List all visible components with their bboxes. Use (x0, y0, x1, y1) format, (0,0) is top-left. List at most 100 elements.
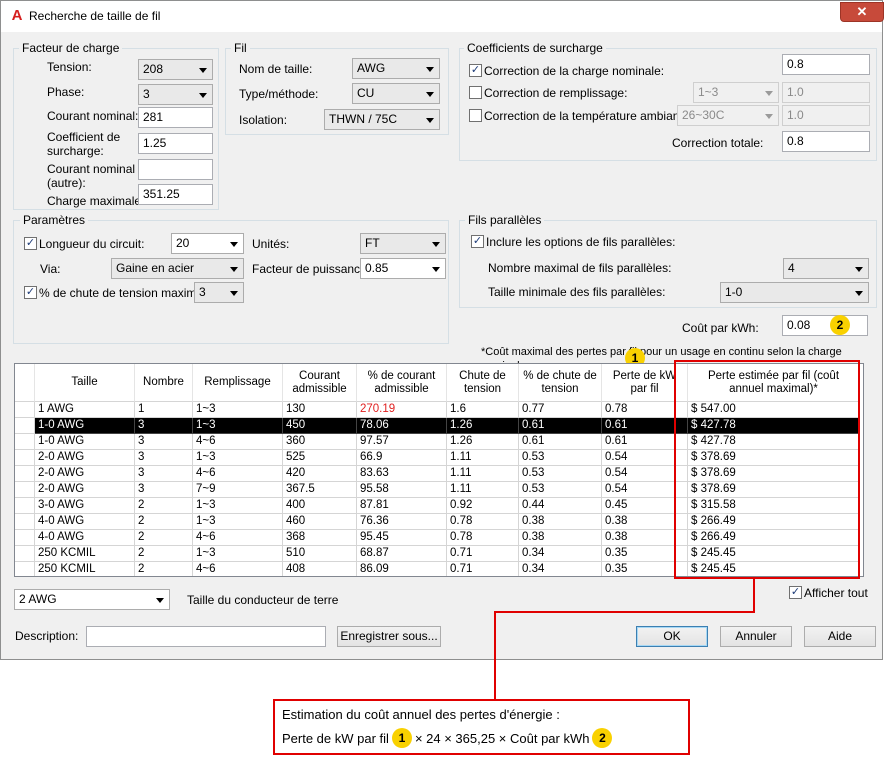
type-methode-combo[interactable]: CU (352, 83, 440, 104)
table-cell: 1.26 (447, 434, 519, 450)
longueur-combo[interactable]: 20 (171, 233, 244, 254)
table-cell: 130 (283, 402, 357, 418)
isolation-combo[interactable]: THWN / 75C (324, 109, 440, 130)
group-label-facteur: Facteur de charge (19, 41, 123, 55)
courant-autre-label-2: (autre): (47, 176, 86, 190)
chute-combo[interactable]: 3 (194, 282, 244, 303)
close-button[interactable]: ✕ (840, 2, 884, 22)
chevron-down-icon (426, 118, 434, 123)
help-button[interactable]: Aide (804, 626, 876, 647)
column-header[interactable]: % de courant admissible (357, 364, 447, 402)
column-header[interactable]: Courant admissible (283, 364, 357, 402)
row-header[interactable] (15, 450, 35, 466)
unites-label: Unités: (252, 237, 290, 251)
table-cell: 0.34 (519, 562, 602, 576)
facteur-puissance-value: 0.85 (365, 261, 389, 275)
tension-combo[interactable]: 208 (138, 59, 213, 80)
table-cell: 95.45 (357, 530, 447, 546)
row-header[interactable] (15, 482, 35, 498)
row-header[interactable] (15, 530, 35, 546)
connector-line-horizontal (494, 611, 755, 613)
cout-kwh-input[interactable]: 0.08 (782, 315, 868, 336)
table-cell: 1.6 (447, 402, 519, 418)
chute-label: % de chute de tension maximal: (39, 286, 210, 300)
nom-taille-combo[interactable]: AWG (352, 58, 440, 79)
table-cell: 66.9 (357, 450, 447, 466)
table-cell: 4-0 AWG (35, 514, 135, 530)
table-cell: 1~3 (193, 418, 283, 434)
chute-checkbox[interactable]: ✓ (24, 286, 37, 299)
charge-maximale-input[interactable]: 351.25 (138, 184, 213, 205)
column-header[interactable]: Taille (35, 364, 135, 402)
chevron-down-icon (230, 291, 238, 296)
remplissage-checkbox[interactable] (469, 86, 482, 99)
annotation-formula: Perte de kW par fil 1 × 24 × 365,25 × Co… (282, 728, 613, 748)
table-cell: 4-0 AWG (35, 530, 135, 546)
table-cell: 2-0 AWG (35, 466, 135, 482)
column-header[interactable]: Chute de tension (447, 364, 519, 402)
save-as-button[interactable]: Enregistrer sous... (337, 626, 441, 647)
nominale-input[interactable]: 0.8 (782, 54, 870, 75)
temperature-input[interactable]: 1.0 (782, 105, 870, 126)
via-label: Via: (40, 262, 61, 276)
column-header[interactable]: % de chute de tension (519, 364, 602, 402)
coef-surcharge-input[interactable]: 1.25 (138, 133, 213, 154)
row-header[interactable] (15, 402, 35, 418)
facteur-puissance-combo[interactable]: 0.85 (360, 258, 446, 279)
table-cell: 367.5 (283, 482, 357, 498)
row-header[interactable] (15, 434, 35, 450)
unites-combo[interactable]: FT (360, 233, 446, 254)
chevron-down-icon (855, 291, 863, 296)
phase-combo[interactable]: 3 (138, 84, 213, 105)
table-scrollbar[interactable] (863, 364, 864, 576)
table-cell: 460 (283, 514, 357, 530)
temperature-combo[interactable]: 26~30C (677, 105, 779, 126)
temperature-checkbox[interactable] (469, 109, 482, 122)
row-header[interactable] (15, 546, 35, 562)
correction-totale-input[interactable]: 0.8 (782, 131, 870, 152)
row-header[interactable] (15, 498, 35, 514)
column-header[interactable]: Remplissage (193, 364, 283, 402)
row-header[interactable] (15, 562, 35, 576)
nominale-checkbox[interactable]: ✓ (469, 64, 482, 77)
description-input[interactable] (86, 626, 326, 647)
column-header[interactable]: Nombre (135, 364, 193, 402)
table-cell: 368 (283, 530, 357, 546)
row-header[interactable] (15, 466, 35, 482)
via-combo[interactable]: Gaine en acier (111, 258, 244, 279)
correction-totale-label: Correction totale: (672, 136, 764, 150)
row-header[interactable] (15, 514, 35, 530)
nombre-max-combo[interactable]: 4 (783, 258, 869, 279)
inclure-checkbox[interactable]: ✓ (471, 235, 484, 248)
table-cell: 1.11 (447, 450, 519, 466)
table-cell: 0.38 (519, 514, 602, 530)
terre-value: 2 AWG (19, 592, 57, 606)
formula-badge-two: 2 (592, 728, 613, 748)
table-cell: 525 (283, 450, 357, 466)
unites-value: FT (365, 236, 380, 250)
courant-nominal-input[interactable]: 281 (138, 107, 213, 128)
row-header[interactable] (15, 418, 35, 434)
connector-line-down (753, 578, 755, 613)
cancel-button[interactable]: Annuler (720, 626, 792, 647)
taille-min-combo[interactable]: 1-0 (720, 282, 869, 303)
coef-surcharge-label-2: surcharge: (47, 144, 104, 158)
group-label-paralleles: Fils parallèles (465, 213, 545, 227)
table-cell: 1.11 (447, 466, 519, 482)
table-cell: 0.53 (519, 450, 602, 466)
afficher-tout-checkbox[interactable]: ✓ (789, 586, 802, 599)
courant-autre-input[interactable] (138, 159, 213, 180)
taille-min-label: Taille minimale des fils parallèles: (488, 285, 666, 299)
terre-combo[interactable]: 2 AWG (14, 589, 170, 610)
remplissage-combo[interactable]: 1~3 (693, 82, 779, 103)
table-cell: 270.19 (357, 402, 447, 418)
formula-badge-one: 1 (391, 728, 412, 748)
remplissage-input[interactable]: 1.0 (782, 82, 870, 103)
table-cell: 2-0 AWG (35, 482, 135, 498)
table-cell: 250 KCMIL (35, 562, 135, 576)
chevron-down-icon (765, 91, 773, 96)
terre-label: Taille du conducteur de terre (187, 593, 339, 607)
table-cell: 7~9 (193, 482, 283, 498)
ok-button[interactable]: OK (636, 626, 708, 647)
longueur-checkbox[interactable]: ✓ (24, 237, 37, 250)
